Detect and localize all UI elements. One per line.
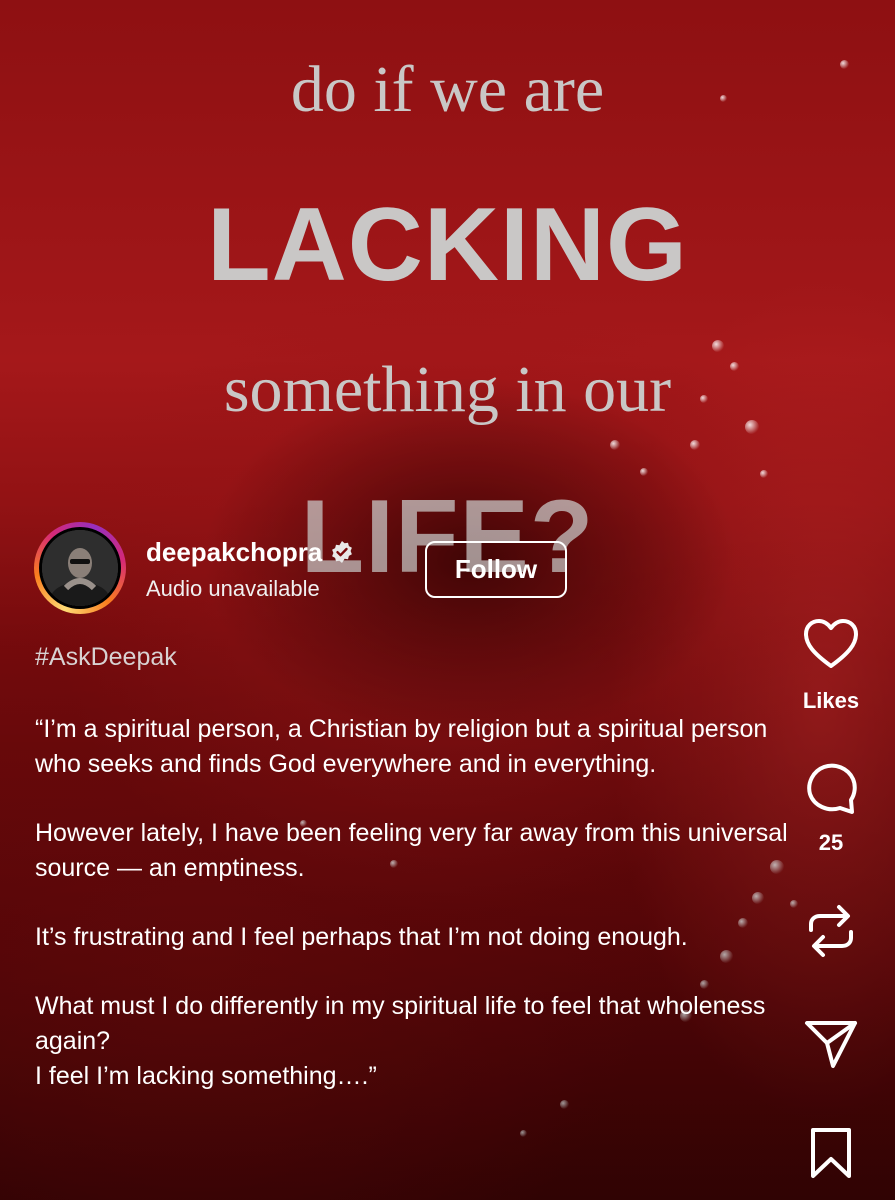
caption-paragraph: I feel I’m lacking something….” xyxy=(35,1062,377,1090)
bookmark-icon xyxy=(811,1128,851,1178)
share-button[interactable] xyxy=(790,1018,872,1070)
repost-button[interactable] xyxy=(790,900,872,962)
comment-button[interactable]: 25 xyxy=(790,760,872,856)
like-button[interactable]: Likes xyxy=(790,618,872,714)
caption-paragraph: It’s frustrating and I feel perhaps that… xyxy=(35,923,688,951)
caption-paragraph: “I’m a spiritual person, a Christian by … xyxy=(35,715,768,778)
caption-paragraph: What must I do differently in my spiritu… xyxy=(35,992,766,1055)
share-icon xyxy=(805,1021,857,1068)
video-text-line-1: do if we are xyxy=(290,53,605,126)
hashtag-link[interactable]: #AskDeepak xyxy=(35,643,177,672)
post-caption[interactable]: “I’m a spiritual person, a Christian by … xyxy=(35,712,795,1094)
heart-icon xyxy=(804,619,858,668)
avatar-story-ring[interactable] xyxy=(34,522,126,614)
audio-status[interactable]: Audio unavailable xyxy=(146,576,354,602)
avatar xyxy=(42,530,118,606)
comment-icon xyxy=(807,763,857,814)
caption-paragraph: However lately, I have been feeling very… xyxy=(35,819,788,882)
video-text-line-2: LACKING xyxy=(207,187,688,303)
comments-count: 25 xyxy=(818,830,844,855)
video-text-line-3: something in our xyxy=(223,353,672,426)
likes-label: Likes xyxy=(802,688,860,713)
username[interactable]: deepakchopra xyxy=(146,537,322,568)
repost-icon xyxy=(809,905,853,957)
verified-badge-icon xyxy=(332,541,353,563)
save-button[interactable] xyxy=(790,1126,872,1180)
author-row: deepakchopra Audio unavailable xyxy=(34,522,354,614)
follow-button[interactable]: Follow xyxy=(425,541,567,598)
